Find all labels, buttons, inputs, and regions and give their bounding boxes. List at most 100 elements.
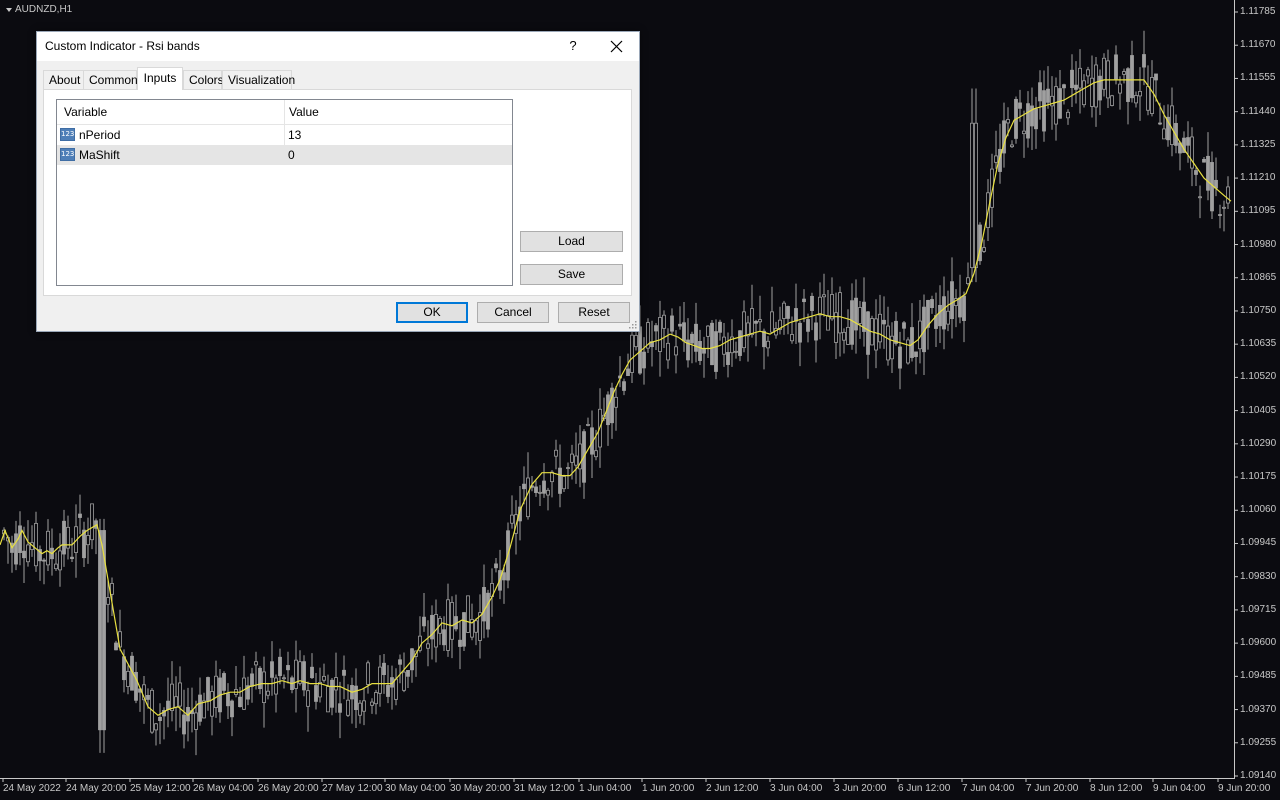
candle	[242, 655, 246, 711]
candle	[1222, 200, 1226, 232]
candle	[294, 640, 298, 713]
time-label: 30 May 04:00	[385, 783, 446, 794]
tab-inputs[interactable]: Inputs	[137, 67, 183, 90]
variable-value[interactable]: 13	[288, 125, 301, 145]
tab-common[interactable]: Common	[83, 70, 138, 89]
candle	[922, 294, 926, 375]
candle	[286, 651, 290, 684]
dialog-titlebar[interactable]: Custom Indicator - Rsi bands ?	[37, 32, 639, 61]
candle	[398, 654, 402, 684]
candle	[70, 537, 74, 563]
candle	[946, 290, 950, 332]
candle	[650, 320, 654, 367]
candle	[194, 700, 198, 756]
candle	[826, 289, 830, 331]
candle	[914, 351, 918, 375]
chevron-down-icon[interactable]	[6, 7, 12, 12]
candle	[1130, 40, 1134, 103]
candle	[878, 294, 882, 349]
candle	[630, 325, 634, 383]
candle	[1162, 105, 1166, 140]
candle	[350, 677, 354, 724]
candle	[726, 332, 730, 378]
candle	[574, 432, 578, 484]
reset-button[interactable]: Reset	[558, 302, 630, 323]
candle	[54, 552, 58, 572]
candle	[942, 276, 946, 350]
candle	[538, 485, 542, 506]
tab-about[interactable]: About	[43, 70, 84, 89]
candle	[126, 665, 130, 695]
candle	[854, 279, 858, 354]
help-button[interactable]: ?	[563, 35, 583, 57]
candle	[346, 684, 350, 717]
column-header-variable[interactable]: Variable	[64, 100, 107, 124]
candle	[10, 535, 14, 573]
candle	[838, 286, 842, 357]
candle	[858, 300, 862, 339]
candle	[730, 319, 734, 367]
time-label: 27 May 12:00	[322, 783, 383, 794]
candle	[766, 336, 770, 357]
candle	[1122, 68, 1126, 84]
integer-type-icon: 123	[60, 128, 75, 141]
candle	[646, 318, 650, 353]
candle	[846, 309, 850, 345]
time-label: 3 Jun 04:00	[770, 783, 823, 794]
close-button[interactable]	[602, 35, 632, 57]
price-label: 1.09830	[1240, 570, 1277, 582]
candle	[354, 668, 358, 729]
candle	[342, 655, 346, 700]
candle	[694, 302, 698, 363]
load-button[interactable]: Load	[520, 231, 623, 252]
candle	[450, 596, 454, 659]
candle	[1206, 132, 1210, 201]
candle	[230, 699, 234, 737]
candle	[974, 88, 978, 283]
time-label: 24 May 20:00	[66, 783, 127, 794]
candle	[58, 533, 62, 587]
tab-visualization[interactable]: Visualization	[222, 70, 295, 89]
candle	[206, 676, 210, 711]
price-label: 1.10980	[1240, 238, 1277, 250]
candle	[994, 130, 998, 169]
candle	[1214, 157, 1218, 197]
table-row[interactable]: 123 nPeriod 13	[57, 125, 512, 145]
candle	[170, 661, 174, 722]
custom-indicator-dialog: Custom Indicator - Rsi bands ? About Com…	[36, 31, 640, 332]
candle	[1138, 67, 1142, 121]
candle	[222, 671, 226, 695]
candle	[382, 653, 386, 694]
candle	[486, 589, 490, 638]
candle	[198, 677, 202, 726]
candle	[1218, 204, 1222, 229]
save-button[interactable]: Save	[520, 264, 623, 285]
candle	[254, 651, 258, 690]
inputs-table[interactable]: Variable Value 123 nPeriod 13 123 MaShif…	[56, 99, 513, 286]
table-row[interactable]: 123 MaShift 0	[57, 145, 512, 165]
candle	[850, 283, 854, 350]
candle	[42, 558, 46, 585]
candle	[426, 620, 430, 667]
candle	[642, 337, 646, 385]
candle	[1106, 49, 1110, 109]
column-header-value[interactable]: Value	[289, 100, 319, 124]
candle	[586, 417, 590, 427]
tab-colors[interactable]: Colors	[183, 70, 224, 89]
resize-grip-icon[interactable]	[629, 321, 637, 329]
candle	[422, 592, 426, 632]
candle	[782, 300, 786, 335]
candle	[1194, 167, 1198, 186]
time-label: 2 Jun 12:00	[706, 783, 759, 794]
candle	[94, 518, 98, 555]
variable-value[interactable]: 0	[288, 145, 295, 165]
time-label: 1 Jun 20:00	[642, 783, 695, 794]
ok-button[interactable]: OK	[396, 302, 468, 323]
candle	[862, 277, 866, 347]
cancel-button[interactable]: Cancel	[477, 302, 549, 323]
candle	[82, 521, 86, 567]
candle	[362, 687, 366, 726]
time-label: 30 May 20:00	[450, 783, 511, 794]
candle	[818, 282, 822, 340]
candle	[1114, 45, 1118, 85]
